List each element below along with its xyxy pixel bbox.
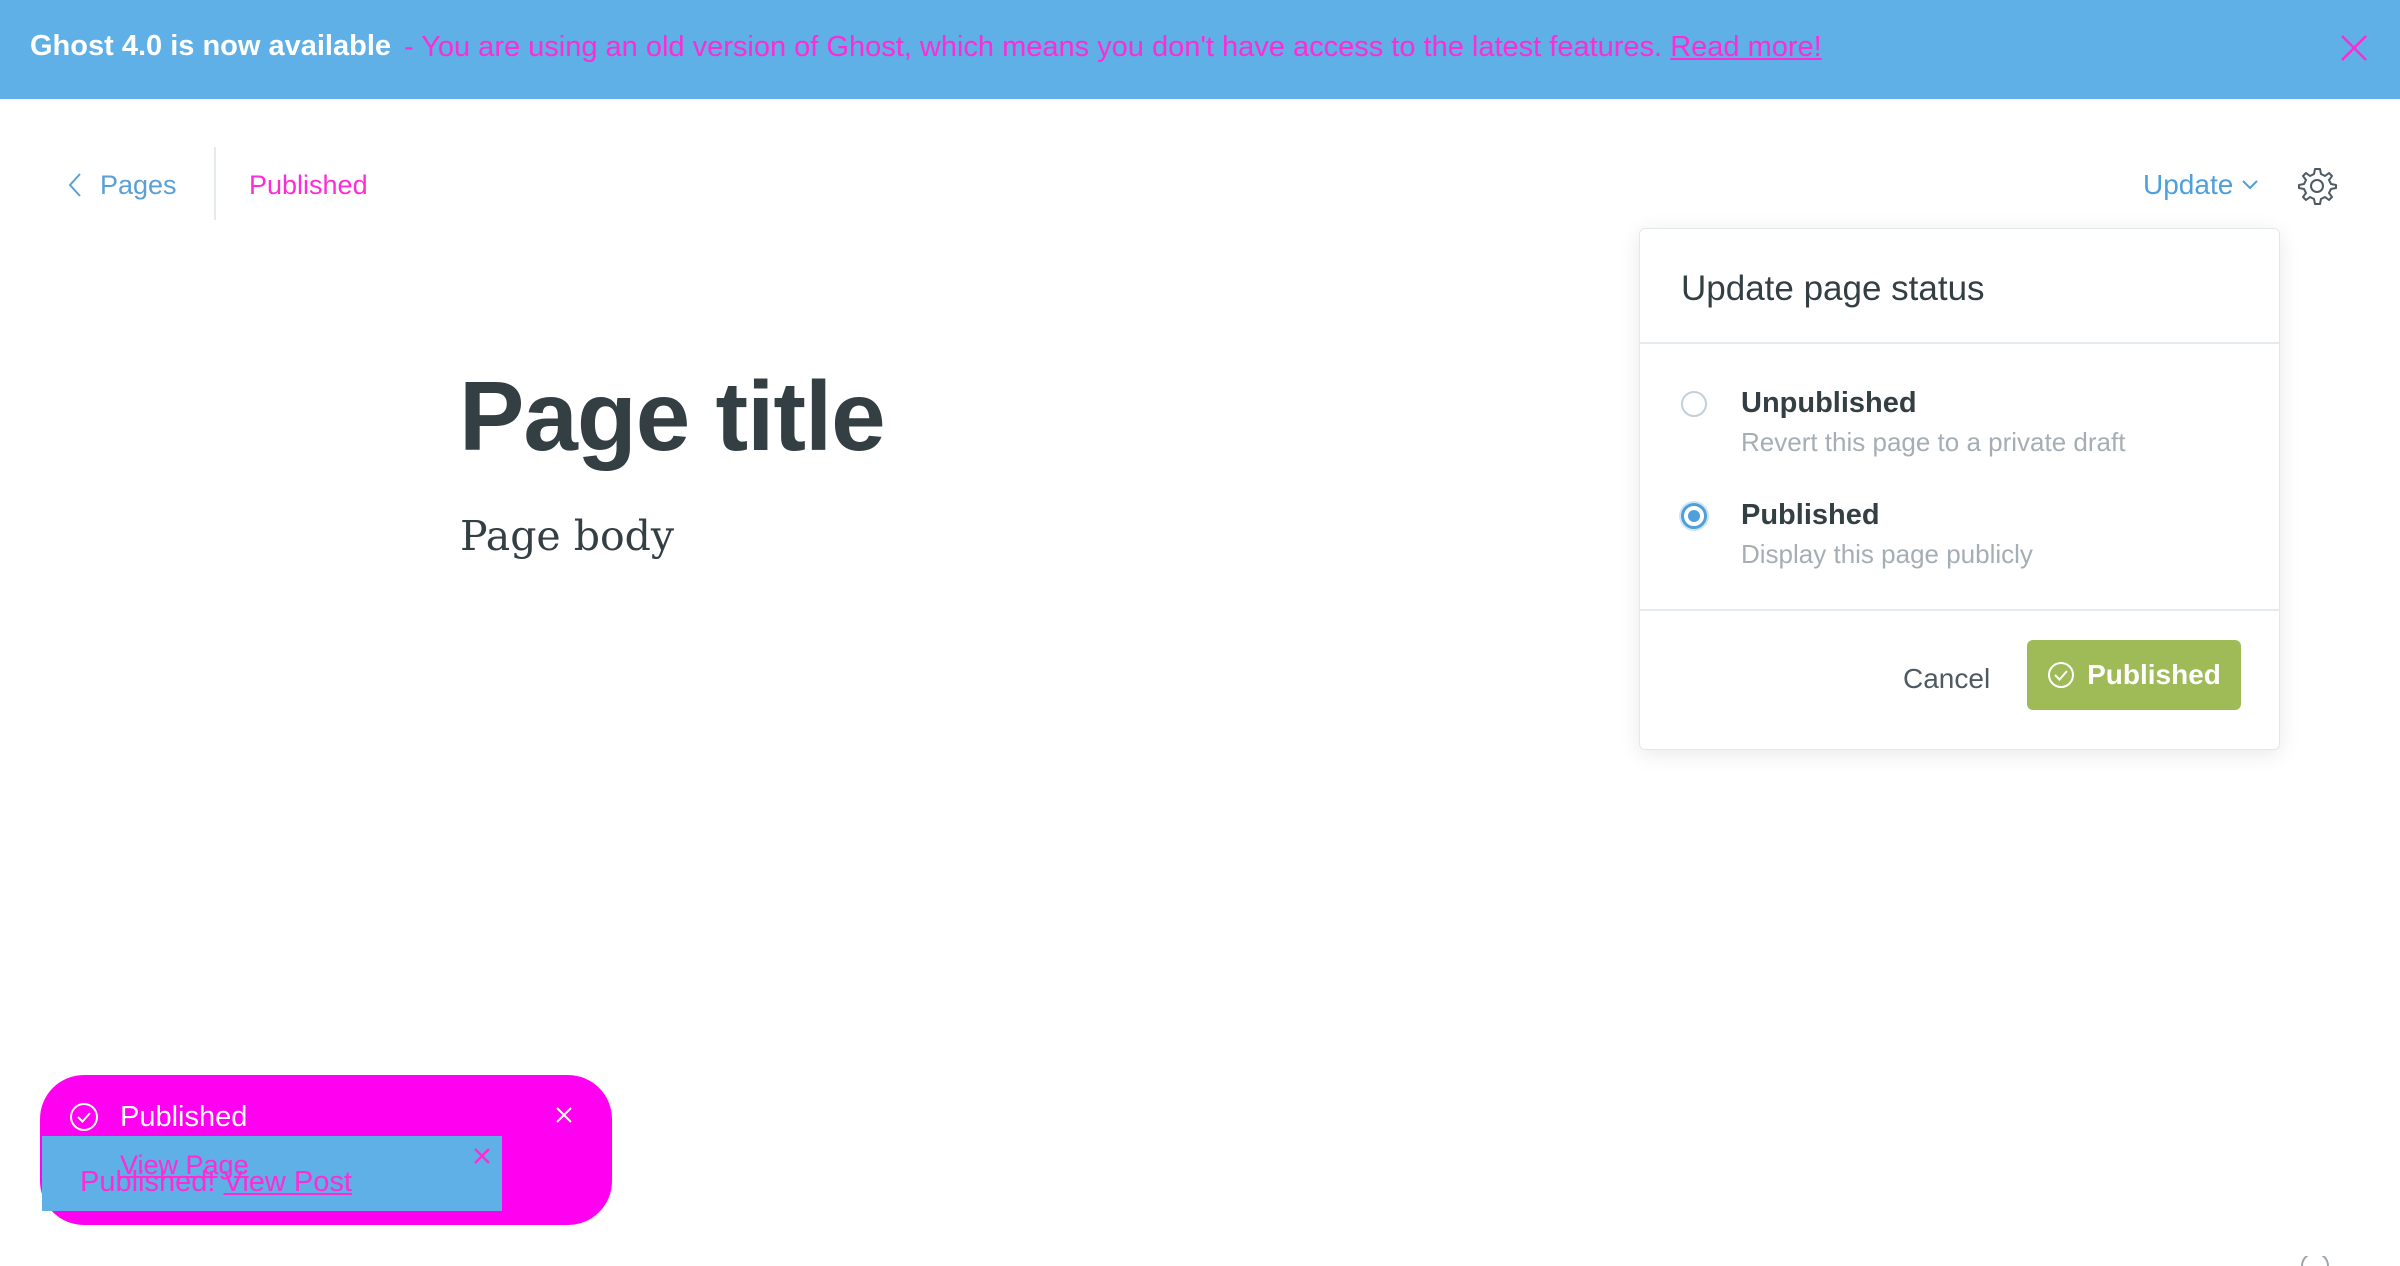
update-status-dropdown: Update page status Unpublished Revert th…: [1639, 228, 2280, 750]
view-post-link[interactable]: View Post: [224, 1166, 352, 1198]
close-icon[interactable]: [472, 1146, 492, 1166]
page-body[interactable]: Page body: [460, 512, 674, 560]
published-button[interactable]: Published: [2027, 640, 2241, 710]
divider: [1640, 342, 2279, 344]
back-to-pages-link[interactable]: Pages: [68, 168, 177, 202]
check-circle-icon: [2048, 662, 2075, 688]
cancel-button[interactable]: Cancel: [1903, 663, 1990, 695]
published-text: Published!: [80, 1166, 216, 1198]
banner-title: Ghost 4.0 is now available: [30, 30, 392, 62]
radio-published[interactable]: [1681, 503, 1707, 529]
option-description: Display this page publicly: [1741, 539, 2033, 569]
update-button[interactable]: Update: [2143, 167, 2259, 203]
help-icon[interactable]: [2300, 1256, 2330, 1266]
option-label: Published: [1741, 499, 1880, 531]
notification-text: Published! View Post: [80, 1166, 352, 1199]
option-label: Unpublished: [1741, 387, 1917, 419]
page-title[interactable]: Page title: [459, 360, 886, 473]
toast-text: Published: [120, 1101, 248, 1133]
radio-unpublished[interactable]: [1681, 391, 1707, 417]
header-divider: [214, 147, 216, 220]
option-description: Revert this page to a private draft: [1741, 427, 2126, 457]
banner-message-text: - You are using an old version of Ghost,…: [404, 31, 1663, 63]
upgrade-banner: Ghost 4.0 is now available - You are usi…: [0, 0, 2400, 99]
divider: [1640, 609, 2279, 611]
dropdown-title: Update page status: [1681, 269, 1985, 308]
back-label: Pages: [100, 169, 177, 200]
close-icon[interactable]: [554, 1105, 574, 1125]
banner-message: - You are using an old version of Ghost,…: [404, 31, 1822, 64]
published-button-label: Published: [2087, 659, 2221, 690]
check-circle-icon: [70, 1103, 98, 1131]
published-notification: View Page Published! View Post: [42, 1136, 502, 1211]
chevron-down-icon: [2242, 180, 2259, 190]
gear-icon[interactable]: [2297, 166, 2337, 206]
page-status: Published: [249, 170, 368, 200]
option-published[interactable]: Published Display this page publicly: [1681, 495, 2241, 581]
chevron-left-icon: [68, 173, 81, 197]
option-unpublished[interactable]: Unpublished Revert this page to a privat…: [1681, 383, 2241, 469]
update-label: Update: [2143, 169, 2234, 200]
banner-read-more-link[interactable]: Read more!: [1670, 31, 1822, 63]
close-icon[interactable]: [2336, 30, 2372, 66]
